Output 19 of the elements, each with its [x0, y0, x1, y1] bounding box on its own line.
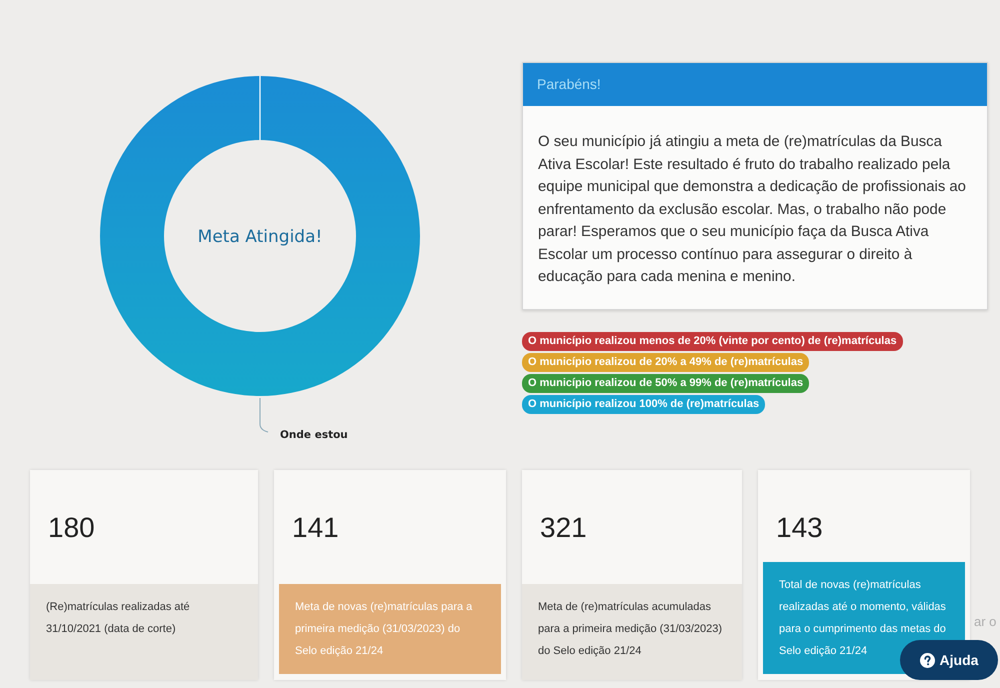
stat-number: 321 — [540, 512, 587, 543]
leader-line — [260, 398, 268, 432]
stat-description: Meta de (re)matrículas acumuladas para a primeira medição (31/03/2023) do Selo edição 21/24 — [522, 584, 742, 680]
stat-number: 180 — [48, 512, 95, 543]
legend-tag: O município realizou 100% de (re)matrículas — [522, 394, 766, 414]
message-text: O seu município já atingiu a meta de (re)matrículas da Busca Ativa Escolar! Este resultado é fruto do trabalho realizado pela equipe municipal que demonstra a dedicação de profissionais ao enfrentamento da exclusão escolar. Mas, o trabalho não pode parar! Esperamos que o seu município faça da Busca Ativa Escolar um processo contínuo para assegurar o direito à educação para cada menina e menino. — [538, 133, 967, 287]
legend-tag: O município realizou de 50% a 99% de (re)matrículas — [522, 374, 810, 392]
center-label: Meta Atingida! — [198, 227, 322, 247]
legend-tag: O município realizou menos de 20% (vinte por cento) de (re)matrículas — [522, 332, 903, 350]
partial-text: ar o — [974, 614, 996, 629]
help-button[interactable]: Ajuda — [900, 640, 998, 680]
panel-title: Parabéns! — [523, 63, 987, 106]
help-icon — [920, 652, 935, 668]
legend-tag: O município realizou de 20% a 49% de (re)matrículas — [522, 352, 810, 372]
stat-number: 143 — [776, 512, 823, 543]
stat-description: Meta de novas (re)matrículas para a primeira medição (31/03/2023) do Selo edição 21/24 — [279, 584, 501, 674]
stat-description: (Re)matrículas realizadas até 31/10/2021 (data de corte) — [30, 584, 258, 680]
stat-number: 141 — [292, 512, 339, 543]
slice-label: Onde estou — [280, 429, 348, 441]
